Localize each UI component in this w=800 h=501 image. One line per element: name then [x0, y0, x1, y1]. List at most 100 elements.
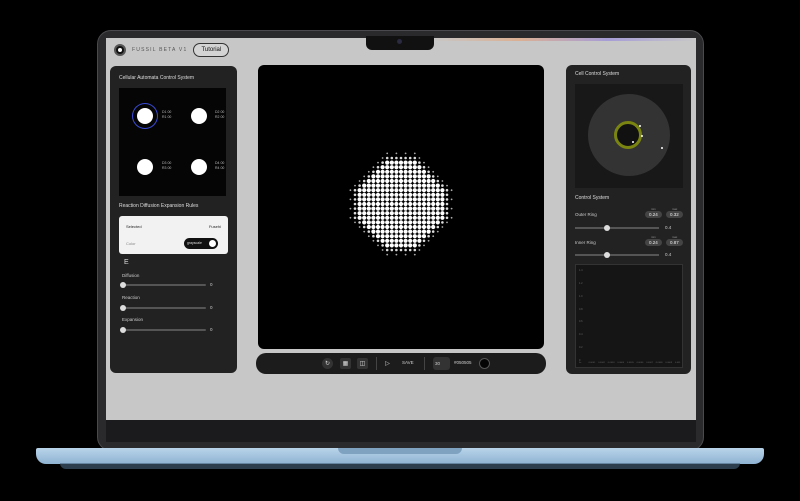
- cell-dot: [358, 184, 361, 187]
- cell-dot: [398, 224, 404, 230]
- outer-max-value[interactable]: 0.32: [666, 211, 683, 218]
- inner-max-value[interactable]: 0.87: [666, 239, 683, 246]
- cell-dot: [366, 220, 371, 225]
- cell-dot: [380, 197, 385, 202]
- color-hex-label[interactable]: #050505: [454, 360, 472, 365]
- cell-dot: [421, 215, 427, 220]
- cell-dot: [417, 215, 422, 220]
- cell-dot: [380, 201, 385, 207]
- cell-dot: [394, 192, 399, 197]
- cell-dot: [389, 220, 394, 225]
- cell-dot: [375, 229, 381, 234]
- cell-dot: [380, 238, 385, 243]
- outer-ring-knob[interactable]: [603, 225, 610, 231]
- save-button[interactable]: SAVE: [402, 360, 414, 365]
- cell-dot: [394, 183, 399, 188]
- cell-3[interactable]: [137, 159, 153, 175]
- cell-dot: [375, 178, 381, 184]
- cell-dot: [408, 238, 413, 243]
- reaction-knob[interactable]: [120, 305, 126, 311]
- cell-dot: [423, 161, 425, 164]
- cell-dot: [371, 183, 376, 188]
- cell-dot: [389, 201, 394, 207]
- logo-icon[interactable]: [114, 44, 126, 56]
- cell-dot: [421, 201, 427, 207]
- cell-dot: [413, 253, 416, 256]
- cell-dot: [431, 224, 436, 230]
- cell-dot: [408, 178, 413, 184]
- cell-dot: [389, 160, 394, 165]
- cell-dot: [372, 166, 375, 169]
- cell-dot: [371, 178, 376, 184]
- inner-ring: [614, 121, 642, 149]
- cell-dot: [385, 211, 390, 216]
- cell-dot: [386, 152, 389, 155]
- expansion-knob[interactable]: [120, 327, 126, 333]
- cell-2[interactable]: [191, 108, 207, 124]
- cell-dot: [357, 215, 362, 220]
- cell-dot: [357, 211, 362, 216]
- cell-dot: [398, 192, 404, 197]
- brush-size-input[interactable]: 30: [433, 357, 450, 370]
- simulation-canvas[interactable]: [258, 65, 544, 349]
- cell-dot: [421, 229, 427, 234]
- cell-dot: [418, 249, 421, 251]
- color-swatch[interactable]: [479, 358, 490, 369]
- y-tick: 0.4: [579, 333, 583, 337]
- cell-dot: [408, 156, 412, 160]
- cell-dot: [408, 211, 413, 216]
- outer-min-value[interactable]: 0.24: [645, 211, 662, 218]
- inner-ring-knob[interactable]: [603, 252, 610, 258]
- cell-dot: [389, 188, 394, 193]
- diffusion-knob[interactable]: [120, 282, 126, 288]
- cell-dot: [362, 220, 367, 225]
- cell-dot: [385, 215, 390, 220]
- cell-dot: [421, 234, 427, 239]
- cell-dot: [427, 234, 430, 238]
- toggle-label: grayscale: [187, 241, 202, 245]
- cell-dot: [412, 183, 417, 188]
- cell-dot: [412, 211, 417, 216]
- grayscale-toggle[interactable]: grayscale: [184, 238, 218, 249]
- cell-dot: [426, 211, 431, 216]
- cell-dot: [421, 188, 427, 193]
- diffusion-value: 0: [210, 282, 213, 287]
- cell-dot: [381, 157, 384, 159]
- diffusion-slider[interactable]: [120, 282, 206, 288]
- cell-dot: [367, 235, 370, 238]
- inner-min-value[interactable]: 0.24: [645, 239, 662, 246]
- cell-dot: [371, 206, 376, 211]
- cell-dot: [440, 201, 445, 207]
- outer-ring-slider[interactable]: [575, 225, 659, 231]
- cell-4[interactable]: [191, 159, 207, 175]
- layers-icon[interactable]: ◫: [357, 358, 368, 369]
- tutorial-button[interactable]: Tutorial: [193, 43, 230, 57]
- cell-dot: [398, 201, 404, 207]
- inner-ring-slider[interactable]: [575, 252, 659, 258]
- cell-dot: [385, 192, 390, 197]
- cell-dot: [412, 169, 417, 174]
- cell-dot: [403, 238, 408, 243]
- cell-1[interactable]: [137, 108, 153, 124]
- reaction-slider[interactable]: [120, 305, 206, 311]
- expansion-slider[interactable]: [120, 327, 206, 333]
- x-tick: 0.0009: [665, 362, 673, 364]
- cell-dot: [375, 169, 381, 174]
- cell-dot: [435, 215, 440, 220]
- cell-dot: [385, 234, 390, 239]
- cell-dot: [389, 197, 394, 202]
- cell-dot: [421, 206, 427, 211]
- cell-dot: [408, 183, 413, 188]
- cell-dot: [390, 156, 394, 160]
- grid-icon[interactable]: ▦: [340, 358, 351, 369]
- cell-dot: [412, 215, 417, 220]
- ring-visualizer[interactable]: [575, 84, 683, 188]
- cell-dot: [363, 175, 366, 178]
- cell-dot: [389, 211, 394, 216]
- cell-dot: [380, 183, 385, 188]
- cell-dot: [426, 174, 431, 179]
- play-icon[interactable]: ▷: [382, 358, 393, 369]
- reset-icon[interactable]: ↻: [322, 358, 333, 369]
- cell-dot: [403, 165, 408, 170]
- cell-dot: [421, 174, 427, 179]
